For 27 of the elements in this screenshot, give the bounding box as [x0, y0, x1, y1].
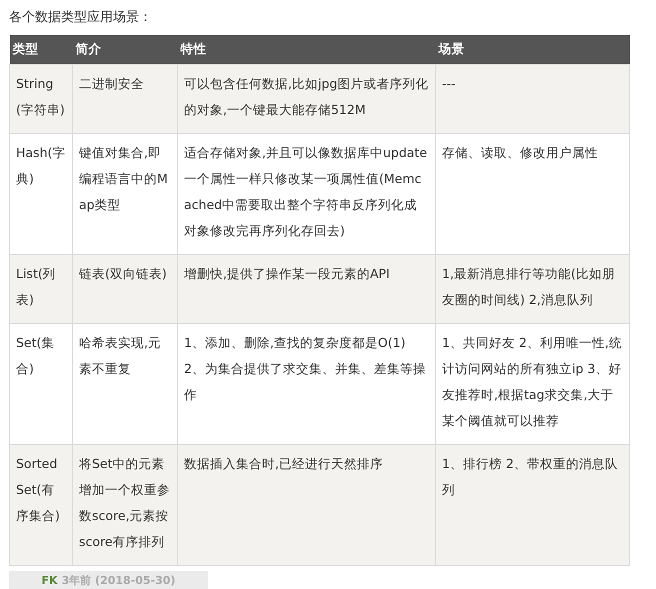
- table-cell: 链表(双向链表): [72, 254, 178, 323]
- table-cell: 适合存储对象,并且可以像数据库中update一个属性一样只修改某一项属性值(Memcached中需要取出整个字符串反序列化成对象修改完再序列化存回去): [178, 133, 436, 254]
- table-cell: 1、添加、删除,查找的复杂度都是O(1) 2、为集合提供了求交集、并集、差集等操作: [178, 323, 436, 444]
- table-cell: ---: [436, 64, 630, 133]
- table-cell: Hash(字典): [10, 133, 72, 254]
- table-cell: 1、排行榜 2、带权重的消息队列: [436, 444, 630, 565]
- table-cell: Set(集合): [10, 323, 72, 444]
- section-heading: 各个数据类型应用场景：: [8, 9, 153, 27]
- column-header: 简介: [72, 35, 178, 64]
- table-cell: 1,最新消息排行等功能(比如朋友圈的时间线) 2,消息队列: [436, 254, 630, 323]
- table-cell: String(字符串): [10, 64, 72, 133]
- post-time: 3年前 (2018-05-30): [62, 573, 176, 589]
- table-cell: 增删快,提供了操作某一段元素的API: [178, 254, 436, 323]
- table-cell: List(列表): [10, 254, 72, 323]
- table-cell: 将Set中的元素增加一个权重参数score,元素按score有序排列: [72, 444, 178, 565]
- table-cell: 哈希表实现,元素不重复: [72, 323, 178, 444]
- table-cell: 数据插入集合时,已经进行天然排序: [178, 444, 436, 565]
- column-header: 特性: [178, 35, 436, 64]
- table-cell: Sorted Set(有序集合): [10, 444, 72, 565]
- table-cell: 存储、读取、修改用户属性: [436, 133, 630, 254]
- table-cell: 可以包含任何数据,比如jpg图片或者序列化的对象,一个键最大能存储512M: [178, 64, 436, 133]
- table-cell: 二进制安全: [72, 64, 178, 133]
- table-cell: 键值对集合,即编程语言中的Map类型: [72, 133, 178, 254]
- table-cell: 1、共同好友 2、利用唯一性,统计访问网站的所有独立ip 3、好友推荐时,根据tag求交集,大于某个阈值就可以推荐: [436, 323, 630, 444]
- column-header: 类型: [10, 35, 72, 64]
- author-name: FK: [42, 573, 58, 589]
- column-header: 场景: [436, 35, 630, 64]
